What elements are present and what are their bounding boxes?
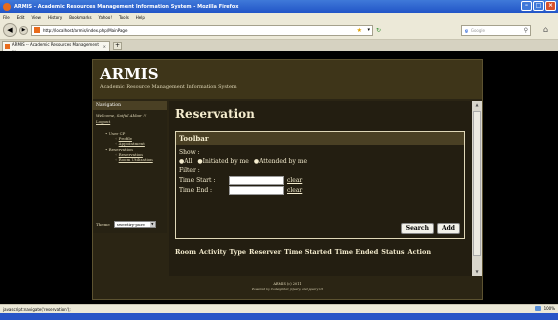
time-end-input[interactable]	[229, 186, 284, 195]
column-action: Action	[407, 248, 432, 256]
column-activity: Activity	[198, 248, 227, 256]
window-controls: – □ ×	[521, 1, 556, 11]
page-title: Reservation	[175, 107, 255, 121]
time-start-input[interactable]	[229, 176, 284, 185]
time-start-row: Time Start : clear	[179, 176, 461, 185]
window-title: ARMIS - Academic Resources Management In…	[14, 3, 239, 10]
network-icon	[534, 306, 541, 311]
search-input[interactable]: g Google ⚲	[461, 25, 531, 36]
menu-bookmarks[interactable]: Bookmarks	[69, 15, 91, 20]
time-end-label: Time End :	[179, 187, 213, 194]
column-status: Status	[381, 248, 405, 256]
show-label: Show :	[179, 149, 200, 156]
app-footer: ARMIS (c) 2011 Powered by Codeigniter, j…	[93, 278, 482, 300]
sidebar-item-reservation-group: Reservation Reservation Room Utilization	[105, 147, 167, 162]
scroll-up-icon[interactable]: ▲	[472, 101, 482, 109]
taskbar	[0, 313, 558, 320]
url-dropdown-icon[interactable]: ▾	[367, 27, 370, 33]
reload-icon[interactable]: ↻	[376, 27, 381, 34]
window-titlebar: ARMIS - Academic Resources Management In…	[0, 0, 558, 13]
column-reserver: Reserver	[249, 248, 282, 256]
bookmark-star-icon[interactable]: ★	[357, 27, 362, 34]
close-button[interactable]: ×	[545, 1, 556, 11]
forward-button[interactable]: ▶	[19, 25, 28, 35]
toolbar-body: Show : All Initiated by me Attended by m…	[176, 145, 464, 198]
toolbar-actions: Search Add	[400, 223, 460, 234]
theme-selector: Theme sweetiry-pure ▼	[96, 221, 156, 228]
tab-bar: ARMIS -- Academic Resources Management .…	[0, 40, 558, 52]
tab-favicon	[5, 44, 10, 49]
menu-file[interactable]: File	[3, 15, 10, 20]
search-placeholder: Google	[470, 28, 485, 33]
search-icon[interactable]: ⚲	[524, 27, 528, 34]
menu-help[interactable]: Help	[136, 15, 145, 20]
sidebar: Navigation Welcome, Saiful Akbar !! Logo…	[93, 101, 167, 233]
sidebar-heading: Navigation	[93, 101, 167, 110]
app-header: ARMIS Academic Resource Management Infor…	[93, 60, 482, 99]
firefox-icon	[3, 2, 11, 11]
reservation-table-header: Room Activity Type Reserver Time Started…	[175, 248, 431, 256]
radio-attended-by-me[interactable]: Attended by me	[254, 157, 307, 166]
menu-yahoo[interactable]: Yahoo!	[99, 15, 112, 20]
url-text: http://localhost/armis/index.php/MainPag…	[43, 27, 128, 33]
minimize-button[interactable]: –	[521, 1, 532, 11]
tab-label: ARMIS -- Academic Resources Management .…	[11, 41, 99, 52]
navigation-toolbar: ◀ ▶ http://localhost/armis/index.php/Mai…	[0, 21, 558, 40]
back-button[interactable]: ◀	[3, 23, 17, 37]
tab-armis[interactable]: ARMIS -- Academic Resources Management .…	[2, 41, 110, 52]
main-content: Reservation Toolbar Show : All Initiated…	[169, 101, 472, 276]
time-start-label: Time Start :	[179, 177, 216, 184]
welcome-message: Welcome, Saiful Akbar !! Logout	[93, 110, 167, 125]
radio-initiated-by-me[interactable]: Initiated by me	[197, 157, 249, 166]
toolbar-title: Toolbar	[176, 132, 464, 145]
scroll-thumb[interactable]	[473, 111, 481, 256]
menu-edit[interactable]: Edit	[17, 15, 25, 20]
sidebar-item-user-cp: User CP Profile Appointment	[105, 131, 167, 146]
status-bar: javascript:navigate('reservation'); 100%	[0, 304, 558, 313]
column-room: Room	[175, 248, 196, 256]
content-scrollbar[interactable]: ▲ ▼	[472, 101, 482, 276]
time-start-clear-link[interactable]: clear	[287, 176, 302, 185]
zoom-level: 100%	[543, 306, 555, 311]
site-favicon	[34, 27, 40, 33]
column-type: Type	[229, 248, 247, 256]
footer-credits: Powered by Codeigniter, jQuery, and jque…	[252, 287, 323, 291]
url-bar[interactable]: http://localhost/armis/index.php/MainPag…	[31, 24, 381, 36]
add-button[interactable]: Add	[436, 223, 460, 234]
welcome-text: Welcome, Saiful Akbar !!	[96, 113, 147, 118]
chevron-down-icon: ▼	[149, 222, 155, 227]
time-end-row: Time End : clear	[179, 186, 461, 195]
menu-history[interactable]: History	[48, 15, 62, 20]
show-radio-group: All Initiated by me Attended by me	[179, 157, 461, 166]
column-time-ended: Time Ended	[334, 248, 379, 256]
app-wrapper: ARMIS Academic Resource Management Infor…	[92, 59, 483, 300]
scroll-down-icon[interactable]: ▼	[472, 268, 482, 276]
menu-bar: File Edit View History Bookmarks Yahoo! …	[0, 13, 558, 21]
new-tab-button[interactable]: +	[113, 42, 122, 50]
sidebar-menu: User CP Profile Appointment Reservation …	[93, 125, 167, 162]
menu-tools[interactable]: Tools	[119, 15, 129, 20]
search-button[interactable]: Search	[400, 223, 434, 234]
tab-close-icon[interactable]: ×	[103, 44, 106, 49]
home-icon[interactable]: ⌂	[543, 25, 548, 35]
menu-view[interactable]: View	[31, 15, 41, 20]
app-subtitle: Academic Resource Management Information…	[100, 84, 237, 90]
page-viewport: ARMIS Academic Resource Management Infor…	[0, 51, 558, 304]
time-end-clear-link[interactable]: clear	[287, 186, 302, 195]
theme-select[interactable]: sweetiry-pure ▼	[113, 221, 156, 228]
column-time-started: Time Started	[284, 248, 332, 256]
google-icon: g	[465, 28, 468, 33]
status-text: javascript:navigate('reservation');	[3, 306, 71, 312]
theme-label: Theme	[96, 222, 110, 227]
sidebar-item-appointment[interactable]: Appointment	[119, 141, 145, 146]
status-indicators: 100%	[534, 306, 555, 311]
filter-label: Filter :	[179, 167, 200, 174]
radio-all[interactable]: All	[179, 157, 192, 166]
sidebar-item-room-utilization[interactable]: Room Utilization	[119, 157, 153, 162]
app-title: ARMIS	[100, 65, 159, 83]
theme-value: sweetiry-pure	[116, 222, 145, 227]
toolbar-panel: Toolbar Show : All Initiated by me Atten…	[175, 131, 465, 239]
maximize-button[interactable]: □	[533, 1, 544, 11]
